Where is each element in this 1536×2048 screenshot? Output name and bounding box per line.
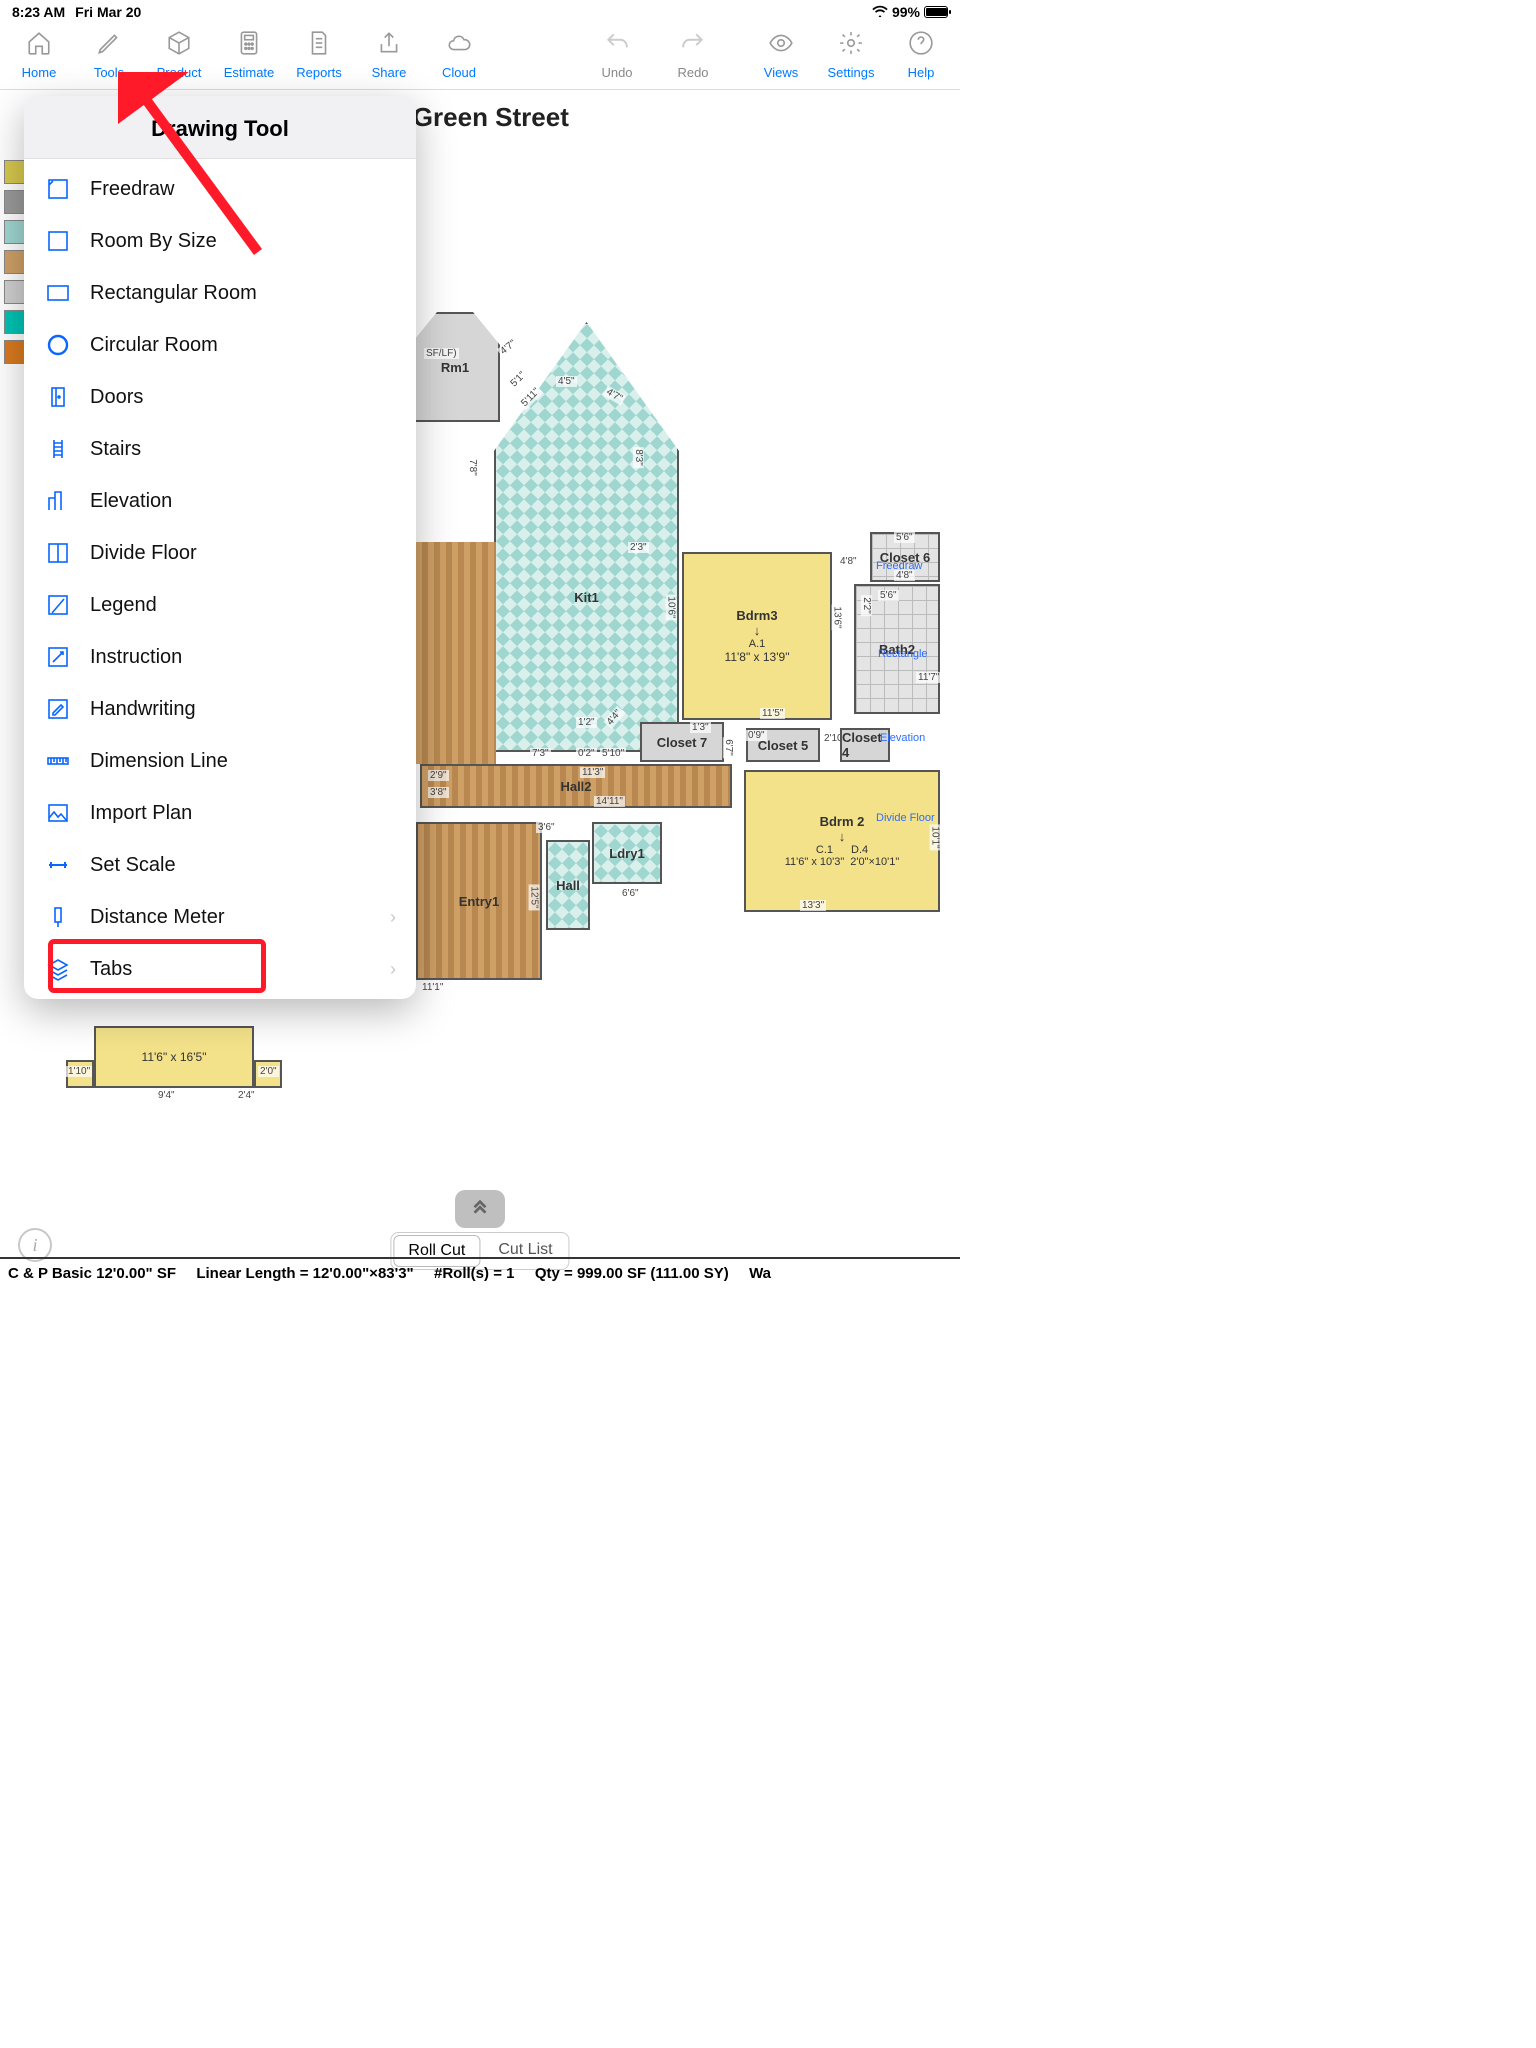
tools-button[interactable]: Tools [80, 30, 138, 80]
room-closet7[interactable]: Closet 7 [640, 722, 724, 762]
views-button[interactable]: Views [752, 30, 810, 80]
home-icon [26, 30, 52, 63]
door-icon [44, 383, 72, 411]
meter-icon [44, 903, 72, 931]
menu-dimension-line[interactable]: Dimension Line [24, 735, 416, 787]
freedraw-icon [44, 175, 72, 203]
wifi-icon [872, 4, 888, 20]
room-bdrm3[interactable]: Bdrm3 ↓ A.1 11'8" x 13'9" [682, 552, 832, 720]
scale-icon [44, 851, 72, 879]
ruler-icon [44, 747, 72, 775]
redo-icon [680, 30, 706, 63]
status-bar: 8:23 AM Fri Mar 20 99% [0, 0, 960, 24]
redo-button[interactable]: Redo [664, 30, 722, 80]
drawing-tool-popover: Drawing Tool Freedraw Room By Size Recta… [24, 96, 416, 999]
layers-icon [44, 955, 72, 983]
menu-set-scale[interactable]: Set Scale [24, 839, 416, 891]
undo-button[interactable]: Undo [588, 30, 646, 80]
square-icon [44, 227, 72, 255]
chevron-right-icon: › [390, 907, 396, 928]
cloud-icon [446, 30, 472, 63]
share-button[interactable]: Share [360, 30, 418, 80]
menu-rectangular-room[interactable]: Rectangular Room [24, 267, 416, 319]
cloud-button[interactable]: Cloud [430, 30, 488, 80]
menu-distance-meter[interactable]: Distance Meter › [24, 891, 416, 943]
menu-tabs[interactable]: Tabs › [24, 943, 416, 995]
menu-freedraw[interactable]: Freedraw [24, 163, 416, 215]
box-icon [166, 30, 192, 63]
room-rm1[interactable]: Rm1 [410, 312, 500, 422]
chevron-right-icon: › [390, 959, 396, 980]
help-icon [908, 30, 934, 63]
menu-divide-floor[interactable]: Divide Floor [24, 527, 416, 579]
room-closet6[interactable]: Closet 6 [870, 532, 940, 582]
menu-circular-room[interactable]: Circular Room [24, 319, 416, 371]
stairs-icon [44, 435, 72, 463]
drawing-tool-list: Freedraw Room By Size Rectangular Room C… [24, 159, 416, 999]
gear-icon [838, 30, 864, 63]
menu-import-plan[interactable]: Import Plan [24, 787, 416, 839]
room-bath2[interactable]: Bath2 [854, 584, 940, 714]
share-icon [376, 30, 402, 63]
undo-icon [604, 30, 630, 63]
menu-stairs[interactable]: Stairs [24, 423, 416, 475]
wood-area[interactable] [416, 542, 496, 764]
home-button[interactable]: Home [10, 30, 68, 80]
annot-divide: Divide Floor [876, 812, 935, 824]
room-hall2[interactable]: Hall2 [420, 764, 732, 808]
room-entry1[interactable]: Entry1 [416, 822, 542, 980]
mini-plan-fragment[interactable]: 11'6" x 16'5" 1'10" 2'0" 9'4" 2'4" [66, 1026, 266, 1126]
status-footer: C & P Basic 12'0.00" SF Linear Length = … [0, 1257, 960, 1282]
menu-handwriting[interactable]: Handwriting [24, 683, 416, 735]
image-icon [44, 799, 72, 827]
circle-icon [44, 331, 72, 359]
menu-doors[interactable]: Doors [24, 371, 416, 423]
rect-icon [44, 279, 72, 307]
settings-button[interactable]: Settings [822, 30, 880, 80]
menu-legend[interactable]: Legend [24, 579, 416, 631]
room-closet5[interactable]: Closet 5 [746, 728, 820, 762]
room-hall[interactable]: Hall [546, 840, 590, 930]
product-button[interactable]: Product [150, 30, 208, 80]
handwriting-icon [44, 695, 72, 723]
menu-elevation[interactable]: Elevation [24, 475, 416, 527]
room-kit1[interactable]: Kit1 [494, 322, 679, 752]
calculator-icon [236, 30, 262, 63]
battery-icon [924, 6, 948, 18]
menu-instruction[interactable]: Instruction [24, 631, 416, 683]
status-time: 8:23 AM [12, 4, 65, 20]
pencil-icon [96, 30, 122, 63]
divide-icon [44, 539, 72, 567]
instruction-icon [44, 643, 72, 671]
elevation-icon [44, 487, 72, 515]
annot-elevation: Elevation [880, 732, 925, 744]
menu-room-by-size[interactable]: Room By Size [24, 215, 416, 267]
top-toolbar: Home Tools Product Estimate Reports [0, 24, 960, 90]
room-closet4[interactable]: Closet 4 [840, 728, 890, 762]
collapse-button[interactable] [455, 1190, 505, 1228]
battery-percent: 99% [892, 4, 920, 20]
annot-freedraw: Freedraw [876, 560, 922, 572]
estimate-button[interactable]: Estimate [220, 30, 278, 80]
legend-icon [44, 591, 72, 619]
popover-title: Drawing Tool [24, 96, 416, 159]
annot-rectangle: Rectangle [878, 648, 928, 660]
reports-button[interactable]: Reports [290, 30, 348, 80]
eye-icon [768, 30, 794, 63]
room-ldry1[interactable]: Ldry1 [592, 822, 662, 884]
document-icon [306, 30, 332, 63]
room-bdrm2[interactable]: Bdrm 2 ↓ C.1 D.4 11'6" x 10'3" 2'0"×10'1… [744, 770, 940, 912]
status-date: Fri Mar 20 [75, 4, 141, 20]
help-button[interactable]: Help [892, 30, 950, 80]
